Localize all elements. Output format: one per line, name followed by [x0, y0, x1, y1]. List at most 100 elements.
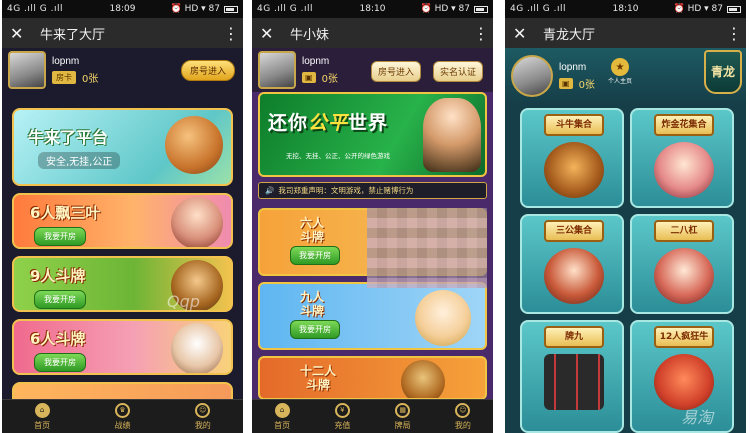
nav-recharge[interactable]: ¥ 充值: [334, 402, 350, 431]
game-tile-5[interactable]: 牌九: [520, 320, 624, 433]
home-icon: ⌂: [274, 402, 290, 418]
game-name: 九人 斗牌: [300, 290, 325, 318]
user-panel: lopnm ▣ 0张 ★ 个人主页 青龙: [505, 48, 746, 104]
lady-image: [654, 142, 714, 198]
record-icon: ♛: [114, 402, 130, 418]
avatar[interactable]: [258, 51, 296, 89]
character-image: [401, 360, 445, 398]
avatar[interactable]: [511, 55, 553, 97]
user-name: lopnm: [302, 55, 330, 67]
platform-banner[interactable]: 牛来了平台 安全,无挂,公正: [12, 108, 233, 186]
nav-home[interactable]: ⌂ 首页: [34, 402, 50, 431]
close-icon[interactable]: ✕: [260, 24, 282, 43]
banner-title: 牛来了平台: [28, 128, 109, 147]
banner-subtitle: 无挖、无挂、公正、公开的绿色游戏: [286, 152, 390, 160]
clock: 18:10: [359, 4, 386, 14]
title-bar: ✕ 牛小妹 ⋮: [252, 18, 493, 48]
page-title: 牛小妹: [290, 26, 330, 42]
home-icon: ⌂: [34, 402, 50, 418]
game-name: 6人斗牌: [30, 330, 86, 348]
nav-games[interactable]: ▦ 牌局: [395, 402, 411, 431]
cowgirl-image: [423, 98, 481, 172]
crab-image: [654, 354, 714, 410]
status-bar: 4G .ıll G .ıll 18:10 ⏰ HD ▾ 87: [252, 0, 493, 18]
clock: 18:09: [109, 4, 136, 14]
screenshot-row: 4G .ıll G .ıll 18:09 ⏰ HD ▾ 87 ✕ 牛来了大厅 ⋮…: [0, 0, 750, 433]
character-image: [171, 197, 223, 247]
phone-screen-1: 4G .ıll G .ıll 18:09 ⏰ HD ▾ 87 ✕ 牛来了大厅 ⋮…: [2, 0, 243, 433]
game-card-1[interactable]: 6人飘三叶 我要开房: [12, 193, 233, 249]
nav-home[interactable]: ⌂ 首页: [274, 402, 290, 431]
open-room-button[interactable]: 我要开房: [34, 290, 86, 309]
title-bar: ✕ 牛来了大厅 ⋮: [2, 18, 243, 48]
game-tile-1[interactable]: 斗牛集合: [520, 108, 624, 208]
close-icon[interactable]: ✕: [513, 24, 535, 43]
open-room-button[interactable]: 我要开房: [34, 353, 86, 372]
more-menu-icon[interactable]: ⋮: [223, 24, 239, 43]
battery-icon: [224, 5, 238, 13]
crest-logo: 青龙: [704, 50, 742, 94]
game-name: 六人 斗牌: [300, 216, 325, 244]
banner-subtitle: 安全,无挂,公正: [38, 152, 121, 169]
recharge-icon: ¥: [334, 402, 350, 418]
card-count: 0张: [321, 73, 338, 85]
game-card-3[interactable]: 6人斗牌 我要开房: [12, 319, 233, 375]
card-count: 0张: [82, 73, 99, 85]
game-tile-6[interactable]: 12人疯狂牛: [630, 320, 734, 433]
clock: 18:10: [612, 4, 639, 14]
game-card-2[interactable]: 九人 斗牌 我要开房: [258, 282, 487, 350]
game-card-2[interactable]: 9人斗牌 我要开房: [12, 256, 233, 312]
user-name: lopnm: [52, 55, 80, 67]
status-bar: 4G .ıll G .ıll 18:09 ⏰ HD ▾ 87: [2, 0, 243, 18]
page-title: 牛来了大厅: [40, 26, 106, 42]
game-tile-2[interactable]: 炸金花集合: [630, 108, 734, 208]
tile-label: 炸金花集合: [654, 114, 714, 136]
profile-shortcut-label: 个人主页: [607, 78, 632, 85]
bull-image: [544, 142, 604, 198]
more-menu-icon[interactable]: ⋮: [473, 24, 489, 43]
join-room-button[interactable]: 房号进入: [180, 60, 235, 81]
battery-icon: [474, 5, 488, 13]
game-tile-4[interactable]: 二八杠: [630, 214, 734, 314]
real-name-verify-button[interactable]: 实名认证: [433, 61, 484, 82]
promo-banner[interactable]: 还你公平世界 无挖、无挂、公正、公开的绿色游戏: [258, 92, 487, 177]
profile-icon: ☺: [455, 402, 471, 418]
close-icon[interactable]: ✕: [10, 24, 32, 43]
cards-icon: ▦: [395, 402, 411, 418]
room-card-icon: ▣: [302, 71, 316, 83]
bottom-nav: ⌂ 首页 ¥ 充值 ▦ 牌局 ☺ 我的: [252, 399, 493, 433]
bottom-nav: ⌂ 首页 ♛ 战绩 ☺ 我的: [2, 399, 243, 433]
nav-profile[interactable]: ☺ 我的: [195, 402, 211, 431]
card-count: 0张: [578, 79, 595, 91]
game-name: 十二人 斗牌: [300, 364, 337, 392]
avatar[interactable]: [8, 51, 46, 89]
more-menu-icon[interactable]: ⋮: [726, 24, 742, 43]
user-panel: lopnm 房卡 0张 房号进入: [2, 48, 243, 92]
tile-label: 12人疯狂牛: [654, 326, 714, 348]
notice-bar: 🔊 我司郑重声明：文明游戏，禁止赌博行为: [258, 182, 487, 199]
nav-record[interactable]: ♛ 战绩: [114, 402, 130, 431]
game-tile-3[interactable]: 三公集合: [520, 214, 624, 314]
nav-profile[interactable]: ☺ 我的: [455, 402, 471, 431]
battery-icon: [727, 5, 741, 13]
star-icon: ★: [611, 58, 629, 76]
open-room-button[interactable]: 我要开房: [290, 320, 340, 339]
profile-shortcut[interactable]: ★ 个人主页: [603, 58, 637, 90]
speaker-icon: 🔊: [265, 186, 275, 195]
open-room-button[interactable]: 我要开房: [290, 246, 340, 265]
status-bar: 4G .ıll G .ıll 18:10 ⏰ HD ▾ 87: [505, 0, 746, 18]
character-image: [171, 323, 223, 373]
profile-icon: ☺: [195, 402, 211, 418]
user-panel: lopnm ▣ 0张 房号进入 实名认证: [252, 48, 493, 92]
tile-label: 斗牛集合: [544, 114, 604, 136]
girl-image: [544, 248, 604, 304]
tile-label: 牌九: [544, 326, 604, 348]
pixelated-overlay: [367, 208, 487, 288]
banner-title: 还你公平世界: [268, 112, 389, 134]
join-room-button[interactable]: 房号进入: [371, 61, 422, 82]
game-card-3[interactable]: 十二人 斗牌: [258, 356, 487, 400]
game-name: 9人斗牌: [30, 267, 86, 285]
open-room-button[interactable]: 我要开房: [34, 227, 86, 246]
game-name: 6人飘三叶: [30, 204, 101, 222]
notice-text: 我司郑重声明：文明游戏，禁止赌博行为: [278, 186, 414, 195]
